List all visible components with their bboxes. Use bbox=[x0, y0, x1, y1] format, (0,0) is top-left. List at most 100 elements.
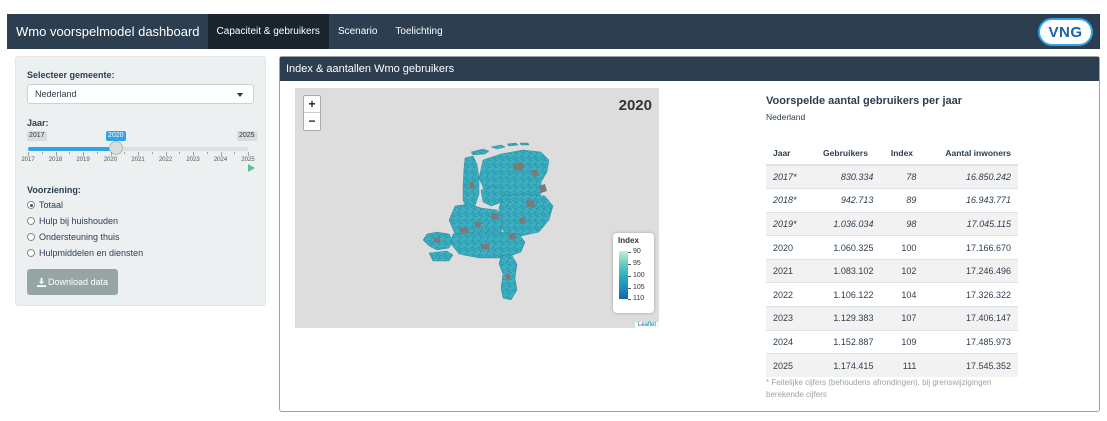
cell-gebruikers: 1.152.887 bbox=[810, 329, 881, 354]
slider-tick bbox=[41, 152, 43, 154]
table-row: 2017* 830.334 78 16.850.242 bbox=[766, 164, 1018, 189]
slider-tick bbox=[28, 152, 29, 156]
netherlands-choropleth[interactable] bbox=[295, 88, 659, 328]
radio-label: Ondersteuning thuis bbox=[39, 232, 120, 242]
gemeente-select[interactable]: Nederland bbox=[27, 84, 254, 104]
cell-gebruikers: 1.129.383 bbox=[810, 306, 881, 331]
play-icon[interactable] bbox=[248, 164, 255, 172]
cell-index: 104 bbox=[880, 282, 924, 307]
legend-tick bbox=[628, 288, 631, 289]
leaflet-attribution-link[interactable]: Leaflet bbox=[634, 322, 659, 328]
radio-label: Hulp bij huishouden bbox=[39, 216, 119, 226]
table-row: 2019* 1.036.034 98 17.045.115 bbox=[766, 211, 1018, 236]
table-body: 2017* 830.334 78 16.850.242 2018* 942.713 89 16… bbox=[766, 164, 1018, 378]
jaar-slider-fill bbox=[28, 147, 116, 151]
app-title[interactable]: Wmo voorspelmodel dashboard bbox=[7, 14, 208, 49]
radio-button-icon bbox=[27, 201, 35, 209]
table-row: 2020 1.060.325 100 17.166.670 bbox=[766, 235, 1018, 260]
column-header-jaar: Jaar bbox=[766, 141, 811, 166]
legend-value: 110 bbox=[633, 295, 645, 302]
cell-gebruikers: 830.334 bbox=[810, 164, 881, 189]
slider-tick-label: 2019 bbox=[76, 157, 90, 163]
jaar-slider-ticks: 2017 2018 2019 2020 2021 2022 2023 2024 2025 bbox=[21, 152, 255, 166]
slider-tick-label: 2023 bbox=[186, 157, 200, 163]
legend-value: 100 bbox=[633, 272, 645, 279]
table-footnote: * Feitelijke cijfers (behoudens afrondin… bbox=[766, 378, 992, 399]
cell-index: 109 bbox=[880, 329, 924, 354]
map-legend: Index 90 95 100 105 110 bbox=[613, 233, 654, 313]
radio-hulp-bij-huishouden[interactable]: Hulp bij huishouden bbox=[27, 216, 118, 226]
cell-gebruikers: 1.174.415 bbox=[810, 353, 881, 378]
column-header-inwoners: Aantal inwoners bbox=[923, 141, 1018, 166]
slider-min-label: 2017 bbox=[27, 131, 47, 141]
radio-totaal[interactable]: Totaal bbox=[27, 200, 63, 210]
cell-jaar: 2025 bbox=[766, 353, 811, 378]
tab-toelichting[interactable]: Toelichting bbox=[386, 14, 451, 49]
cell-gebruikers: 1.060.325 bbox=[810, 235, 881, 260]
jaar-label: Jaar: bbox=[27, 118, 49, 128]
slider-tick-label: 2025 bbox=[241, 157, 255, 163]
slider-max-label: 2025 bbox=[237, 131, 257, 141]
legend-value: 90 bbox=[633, 248, 641, 255]
cell-jaar: 2020 bbox=[766, 235, 811, 260]
table-row: 2018* 942.713 89 16.943.771 bbox=[766, 188, 1018, 213]
legend-value: 105 bbox=[633, 284, 645, 291]
cell-inwoners: 17.545.352 bbox=[923, 353, 1018, 378]
legend-title: Index bbox=[618, 236, 639, 245]
table-row: 2023 1.129.383 107 17.406.147 bbox=[766, 306, 1018, 331]
slider-tick-label: 2024 bbox=[213, 157, 228, 163]
cell-inwoners: 17.045.115 bbox=[923, 211, 1018, 236]
radio-label: Totaal bbox=[39, 200, 64, 210]
slider-tick bbox=[234, 152, 236, 154]
column-header-index: Index bbox=[880, 141, 924, 166]
radio-button-icon bbox=[27, 233, 35, 241]
download-data-button[interactable]: Download data bbox=[27, 269, 118, 295]
cell-index: 100 bbox=[880, 235, 924, 260]
slider-tick bbox=[179, 152, 181, 154]
radio-button-icon bbox=[27, 217, 35, 225]
cell-inwoners: 16.943.771 bbox=[923, 188, 1018, 213]
legend-color-bar bbox=[619, 251, 628, 299]
cell-index: 98 bbox=[880, 211, 924, 236]
slider-value-label: 2020 bbox=[106, 131, 126, 141]
table-row: 2024 1.152.887 109 17.485.973 bbox=[766, 329, 1018, 354]
sidebar: Selecteer gemeente: Nederland Jaar: 2017… bbox=[15, 56, 266, 306]
slider-tick bbox=[55, 152, 57, 156]
download-label: Download data bbox=[47, 277, 109, 287]
cell-inwoners: 17.406.147 bbox=[923, 306, 1018, 331]
legend-tick bbox=[628, 252, 631, 253]
gemeente-select-value: Nederland bbox=[35, 89, 77, 99]
slider-tick bbox=[69, 152, 71, 154]
cell-index: 107 bbox=[880, 306, 924, 331]
jaar-slider-track[interactable] bbox=[28, 147, 248, 151]
caret-down-icon bbox=[237, 93, 243, 97]
slider-tick-label: 2020 bbox=[103, 157, 118, 163]
slider-tick-label: 2021 bbox=[131, 157, 145, 163]
cell-jaar: 2024 bbox=[766, 329, 811, 354]
radio-ondersteuning-thuis[interactable]: Ondersteuning thuis bbox=[27, 232, 120, 242]
cell-gebruikers: 1.083.102 bbox=[810, 258, 881, 283]
cell-index: 89 bbox=[880, 188, 924, 213]
slider-tick bbox=[193, 152, 194, 156]
netherlands-map[interactable]: + − 2020 Index 90 95 100 105 110 Leaflet bbox=[295, 88, 659, 328]
cell-jaar: 2022 bbox=[766, 282, 811, 307]
slider-tick bbox=[124, 152, 126, 154]
voorziening-label: Voorziening: bbox=[27, 185, 81, 195]
table-title: Voorspelde aantal gebruikers per jaar bbox=[766, 95, 963, 107]
cell-jaar: 2018* bbox=[766, 188, 811, 213]
tab-scenario[interactable]: Scenario bbox=[329, 14, 386, 49]
legend-value: 95 bbox=[633, 260, 641, 267]
slider-tick bbox=[248, 152, 249, 156]
cell-jaar: 2017* bbox=[766, 164, 811, 189]
cell-index: 102 bbox=[880, 258, 924, 283]
gemeente-label: Selecteer gemeente: bbox=[27, 70, 115, 80]
panel-title: Index & aantallen Wmo gebruikers bbox=[280, 57, 1099, 81]
tab-capaciteit-gebruikers[interactable]: Capaciteit & gebruikers bbox=[207, 14, 329, 49]
slider-tick bbox=[206, 152, 208, 154]
table-row: 2025 1.174.415 111 17.545.352 bbox=[766, 353, 1018, 378]
legend-tick bbox=[628, 299, 631, 300]
radio-hulpmiddelen-en-diensten[interactable]: Hulpmiddelen en diensten bbox=[27, 248, 143, 258]
slider-tick-label: 2017 bbox=[21, 157, 35, 163]
slider-tick bbox=[220, 152, 222, 156]
slider-tick bbox=[83, 152, 84, 156]
